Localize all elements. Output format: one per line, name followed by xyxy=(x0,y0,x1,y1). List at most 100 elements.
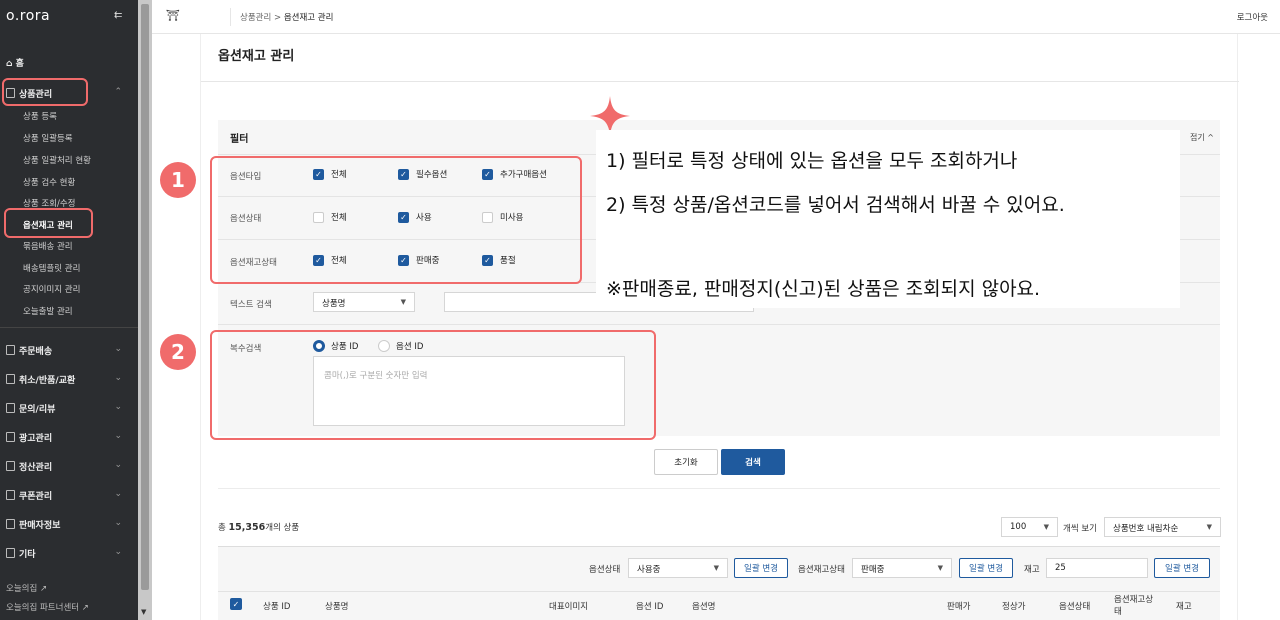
chevron-down-icon: ⌄ xyxy=(114,460,122,470)
page-size-label: 개씩 보기 xyxy=(1063,524,1097,534)
reset-button[interactable]: 초기화 xyxy=(654,449,718,475)
brand-logo[interactable]: o.rora xyxy=(6,8,50,24)
column-header[interactable]: 판매가 xyxy=(947,600,970,612)
sidebar-item-inquiry[interactable]: 문의/리뷰 ⌄ xyxy=(6,402,128,415)
caret-down-icon: ▼ xyxy=(1043,523,1049,531)
sidebar-sub-item[interactable]: 상품 일괄처리 현황 xyxy=(23,154,91,166)
footer-link-ohouse[interactable]: 오늘의집 ↗ xyxy=(6,582,47,594)
chevron-up-icon: ⌃ xyxy=(114,87,122,97)
breadcrumb-separator: > xyxy=(273,13,282,23)
divider xyxy=(218,591,1220,592)
bulk-stock-label: 재고 xyxy=(1024,565,1040,575)
bulk-stock-status-label: 옵션재고상태 xyxy=(798,565,845,575)
callout-line-1: 1) 필터로 특정 상태에 있는 옵션을 모두 조회하거나 xyxy=(606,150,1018,172)
highlight-box xyxy=(2,78,88,106)
chevron-down-icon: ⌄ xyxy=(114,547,122,557)
caret-down-icon: ▼ xyxy=(937,564,943,572)
column-header[interactable]: 옵션 ID xyxy=(636,600,663,612)
divider xyxy=(218,324,1220,325)
bulk-apply-option-status-button[interactable]: 일괄 변경 xyxy=(734,558,788,578)
bulk-apply-stock-button[interactable]: 일괄 변경 xyxy=(1154,558,1210,578)
column-header[interactable]: 옵션상태 xyxy=(1059,600,1090,612)
logout-button[interactable]: 로그아웃 xyxy=(1237,11,1268,23)
chevron-down-icon: ⌄ xyxy=(114,373,122,383)
column-header[interactable]: 대표이미지 xyxy=(549,600,588,612)
sidebar-scrollbar[interactable]: ▼ xyxy=(138,0,152,620)
sidebar-sub-item[interactable]: 상품 검수 현황 xyxy=(23,176,75,188)
sort-select[interactable]: 상품번호 내림차순 ▼ xyxy=(1104,517,1221,537)
column-header[interactable]: 옵션재고상 xyxy=(1114,593,1153,605)
top-bar: ⛩ 상품관리 > 옵션재고 관리 로그아웃 xyxy=(152,0,1280,34)
chevron-down-icon: ⌄ xyxy=(114,489,122,499)
callout-note: ※판매종료, 판매정지(신고)된 상품은 조회되지 않아요. xyxy=(606,278,1041,300)
text-search-type-select[interactable]: 상품명 ▼ xyxy=(313,292,415,312)
sidebar-item-cancel[interactable]: 취소/반품/교환 ⌄ xyxy=(6,373,128,386)
result-table: 옵션상태 사용중 ▼ 일괄 변경 옵션재고상태 판매중 ▼ 일괄 변경 재고 25 … xyxy=(218,546,1220,620)
column-header[interactable]: 정상가 xyxy=(1002,600,1025,612)
home-icon: ⌂ xyxy=(6,59,16,69)
column-header[interactable]: 옵션명 xyxy=(692,600,715,612)
scroll-down-arrow-icon[interactable]: ▼ xyxy=(141,608,146,616)
select-all-checkbox[interactable]: ✓ xyxy=(230,598,242,610)
page-title: 옵션재고 관리 xyxy=(218,49,295,64)
sidebar-item-home[interactable]: ⌂ 홈 xyxy=(6,56,24,69)
callout-line-2: 2) 특정 상품/옵션코드를 넣어서 검색해서 바꿀 수 있어요. xyxy=(606,194,1065,216)
sidebar-item-settlement[interactable]: 정산관리 ⌄ xyxy=(6,460,128,473)
sidebar-item-coupon[interactable]: 쿠폰관리 ⌄ xyxy=(6,489,128,502)
sidebar-sub-item[interactable]: 상품 일괄등록 xyxy=(23,132,73,144)
chevron-down-icon: ⌄ xyxy=(114,431,122,441)
scrollbar-thumb[interactable] xyxy=(141,4,149,590)
chevron-down-icon: ⌄ xyxy=(114,518,122,528)
sidebar-sub-item[interactable]: 오늘출발 관리 xyxy=(23,305,73,317)
bulk-option-status-label: 옵션상태 xyxy=(589,565,621,575)
sidebar-item-ads[interactable]: 광고관리 ⌄ xyxy=(6,431,128,444)
sidebar-sub-item[interactable]: 상품 등록 xyxy=(23,110,57,122)
sidebar-sub-item[interactable]: 배송템플릿 관리 xyxy=(23,262,80,274)
highlight-box xyxy=(210,156,582,284)
annotation-callout: 1) 필터로 특정 상태에 있는 옵션을 모두 조회하거나 2) 특정 상품/옵… xyxy=(596,130,1180,308)
store-icon[interactable]: ⛩ xyxy=(166,9,180,22)
document-icon xyxy=(6,432,15,442)
filter-fold-toggle[interactable]: 접기 ^ xyxy=(1190,132,1214,143)
page-size-select[interactable]: 100 ▼ xyxy=(1001,517,1058,537)
bulk-apply-stock-status-button[interactable]: 일괄 변경 xyxy=(959,558,1013,578)
text-search-label: 텍스트 검색 xyxy=(230,300,272,310)
filter-title: 필터 xyxy=(230,134,249,145)
breadcrumb-parent[interactable]: 상품관리 xyxy=(240,13,271,23)
caret-down-icon: ▼ xyxy=(1206,523,1212,531)
highlight-box xyxy=(4,208,93,238)
sidebar-sub-item[interactable]: 묶음배송 관리 xyxy=(23,240,73,252)
footer-link-partner[interactable]: 오늘의집 파트너센터 ↗ xyxy=(6,601,89,613)
result-total: 총 15,356개의 상품 xyxy=(218,522,300,533)
collapse-sidebar-icon[interactable]: ⇇ xyxy=(114,10,122,21)
document-icon xyxy=(6,548,15,558)
sidebar-item-order[interactable]: 주문배송 ⌄ xyxy=(6,344,128,357)
highlight-box xyxy=(210,330,656,440)
caret-down-icon: ▼ xyxy=(713,564,719,572)
divider xyxy=(218,488,1220,489)
document-icon xyxy=(6,461,15,471)
breadcrumb-current: 옵션재고 관리 xyxy=(283,13,334,23)
search-button[interactable]: 검색 xyxy=(721,449,785,475)
document-icon xyxy=(6,374,15,384)
step-badge-2: 2 xyxy=(160,334,196,370)
column-header[interactable]: 재고 xyxy=(1176,600,1192,612)
document-icon xyxy=(6,490,15,500)
main-content: 옵션재고 관리 필터 접기 ^ 옵션타입 ✓ 전체 ✓ 필수옵션 ✓ 추가구매옵션 옵… xyxy=(200,34,1239,620)
column-header[interactable]: 상품 ID xyxy=(263,600,290,612)
bulk-stock-status-select[interactable]: 판매중 ▼ xyxy=(852,558,952,578)
document-icon xyxy=(6,403,15,413)
result-count: 15,356 xyxy=(228,522,266,533)
sidebar-divider xyxy=(0,327,138,328)
column-header[interactable]: 상품명 xyxy=(325,600,348,612)
caret-down-icon: ▼ xyxy=(400,298,406,306)
sidebar-sub-item[interactable]: 공지이미지 관리 xyxy=(23,283,80,295)
bulk-option-status-select[interactable]: 사용중 ▼ xyxy=(628,558,728,578)
column-header[interactable]: 태 xyxy=(1114,605,1122,617)
sidebar-item-etc[interactable]: 기타 ⌄ xyxy=(6,547,128,560)
external-link-icon: ↗ xyxy=(39,584,48,594)
breadcrumb: 상품관리 > 옵션재고 관리 xyxy=(240,11,333,23)
sidebar-item-seller-info[interactable]: 판매자정보 ⌄ xyxy=(6,518,128,531)
divider xyxy=(230,8,231,26)
bulk-stock-input[interactable]: 25 xyxy=(1046,558,1148,578)
